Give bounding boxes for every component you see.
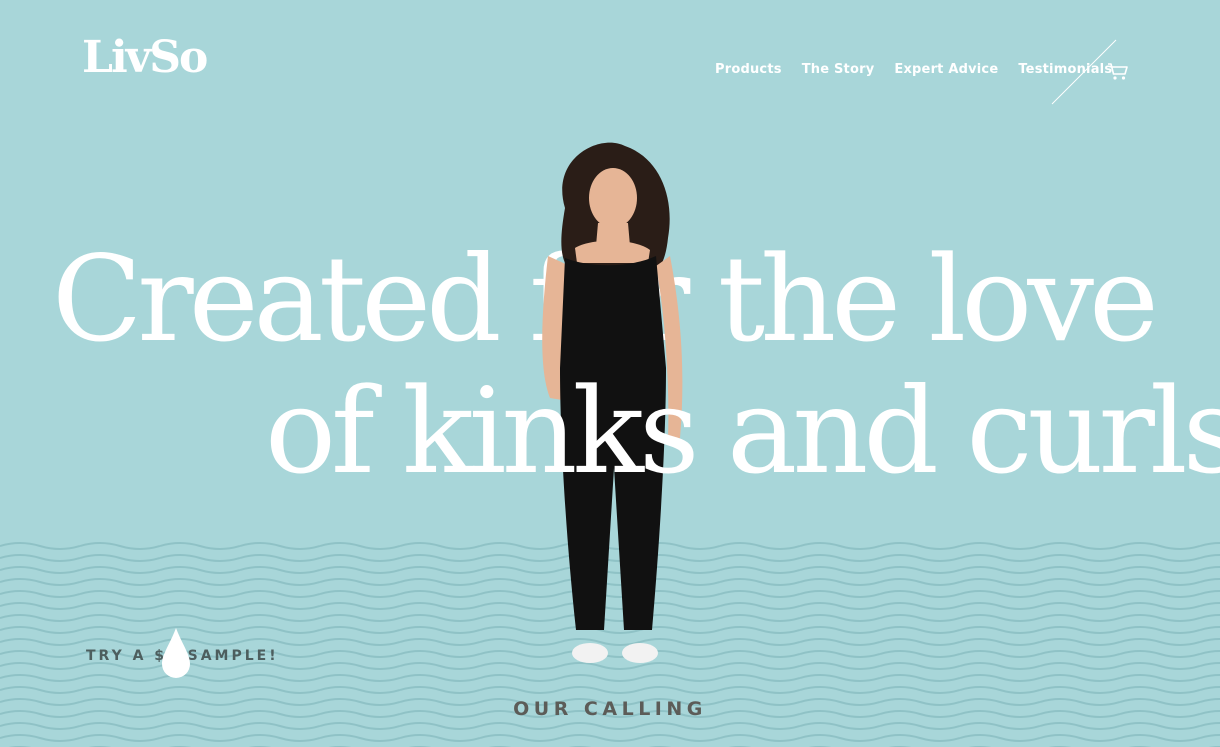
- brand-logo[interactable]: LivSo: [82, 32, 208, 83]
- section-title-our-calling: OUR CALLING: [513, 698, 707, 720]
- nav-link-products[interactable]: Products: [715, 62, 782, 77]
- cart-icon[interactable]: [1106, 60, 1130, 82]
- nav-link-expert-advice[interactable]: Expert Advice: [894, 62, 998, 77]
- hero-headline-line2: of kinks and curls: [265, 362, 1220, 500]
- nav-link-the-story[interactable]: The Story: [802, 62, 875, 77]
- water-drop-icon: [162, 628, 190, 678]
